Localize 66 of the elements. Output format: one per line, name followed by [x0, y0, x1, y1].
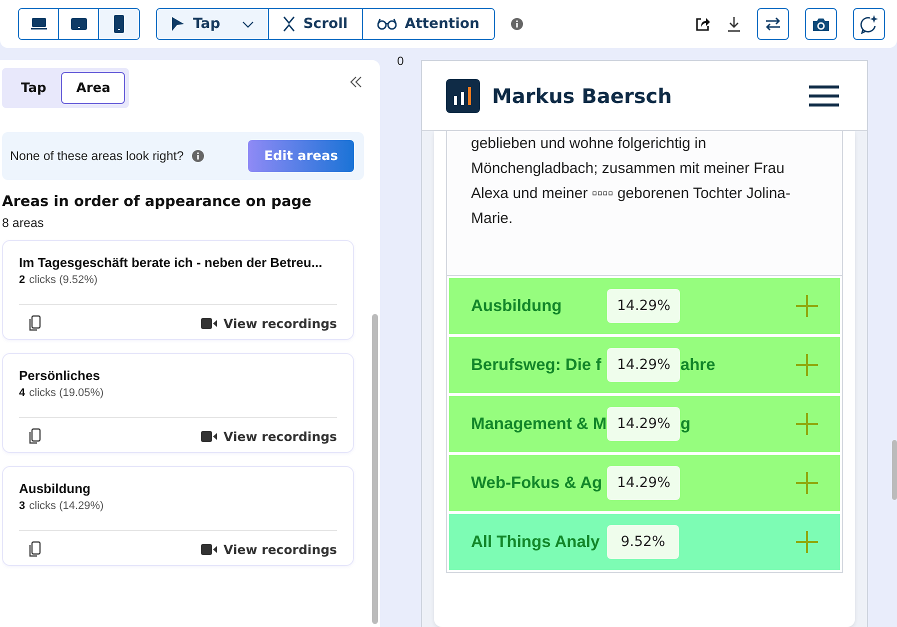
view-tab[interactable]: Tap	[6, 72, 62, 104]
menu-button[interactable]	[809, 84, 839, 106]
collapse-button[interactable]	[350, 76, 362, 88]
click-share-badge: 14.29%	[607, 289, 680, 323]
click-share-badge: 14.29%	[607, 466, 680, 500]
area-title: Ausbildung	[19, 481, 92, 496]
plus-icon	[796, 531, 818, 553]
share-icon[interactable]	[695, 16, 711, 32]
chat-sparkle-icon	[859, 14, 879, 34]
click-share-badge: 14.29%	[607, 348, 680, 382]
phone-icon	[114, 15, 124, 33]
double-chevron-icon	[350, 76, 362, 88]
plus-icon	[796, 413, 818, 435]
accordion-row[interactable]: All Things Analy 9.52%	[449, 514, 840, 570]
body-paragraph: geblieben und wohne folgerichtig in Mönchengladbach; zusammen mit meiner Frau Alexa und meiner ▫▫▫▫ geborenen Tochter Jolina-Marie.	[446, 131, 843, 276]
menu-icon	[809, 84, 839, 106]
plus-icon	[796, 472, 818, 494]
download-icon[interactable]	[727, 16, 741, 32]
view-recordings-link[interactable]: View recordings	[200, 316, 337, 330]
info-icon[interactable]	[192, 150, 204, 162]
plus-icon	[796, 354, 818, 376]
cursor-icon	[171, 16, 185, 32]
video-camera-icon	[200, 544, 217, 554]
accordion-row[interactable]: Berufsweg: Die f 14.29% ahre	[449, 337, 840, 393]
scroll-icon	[283, 16, 296, 32]
copy-icon[interactable]	[29, 315, 41, 331]
ruler-number: 0	[397, 54, 404, 70]
video-camera-icon	[200, 318, 217, 328]
plus-icon	[796, 295, 818, 317]
copy-icon[interactable]	[29, 428, 41, 444]
copy-icon[interactable]	[29, 541, 41, 557]
info-icon[interactable]	[510, 18, 522, 30]
view-recordings-link[interactable]: View recordings	[200, 428, 337, 444]
swap-arrows-icon	[765, 17, 781, 31]
accordion-row[interactable]: Ausbildung 14.29%	[449, 278, 840, 334]
view-tab[interactable]: Area	[61, 72, 126, 104]
click-share-badge: 9.52%	[607, 525, 679, 559]
click-share-badge: 14.29%	[607, 407, 680, 441]
mode-button[interactable]: Tap	[157, 9, 270, 39]
site-brand: Markus Baersch	[492, 84, 672, 108]
area-count: 8 areas	[2, 216, 45, 230]
area-title: Im Tagesgeschäft berate ich - neben der Betreu...	[19, 255, 324, 270]
tablet-icon	[70, 18, 86, 30]
click-count: 2 clicks (9.52%)	[19, 274, 99, 286]
ai-chat-button[interactable]	[853, 8, 885, 40]
camera-button[interactable]	[805, 8, 837, 40]
laptop-icon	[30, 18, 46, 30]
click-count: 3 clicks (14.29%)	[19, 500, 105, 512]
caret-icon	[242, 20, 254, 28]
accordion-row[interactable]: Web-Fokus & Ag 14.29%	[449, 455, 840, 511]
area-title: Persönliches	[19, 368, 101, 383]
swap-button[interactable]	[757, 8, 789, 40]
device-button[interactable]	[99, 9, 139, 39]
scrollbar[interactable]	[372, 314, 378, 624]
notice-text: None of these areas look right?	[10, 149, 184, 163]
click-count: 4 clicks (19.05%)	[19, 387, 105, 399]
edit-areas-button[interactable]: Edit areas	[248, 140, 354, 172]
accordion-row[interactable]: Management & M 14.29% g	[449, 396, 840, 452]
camera-icon	[812, 16, 830, 32]
device-button[interactable]	[19, 9, 59, 39]
video-camera-icon	[200, 430, 217, 442]
list-heading: Areas in order of appearance on page	[2, 194, 312, 210]
bar-chart-logo-icon	[446, 78, 480, 112]
page-scrollbar[interactable]	[892, 440, 897, 500]
glasses-icon	[376, 18, 397, 30]
view-recordings-link[interactable]: View recordings	[200, 542, 337, 556]
